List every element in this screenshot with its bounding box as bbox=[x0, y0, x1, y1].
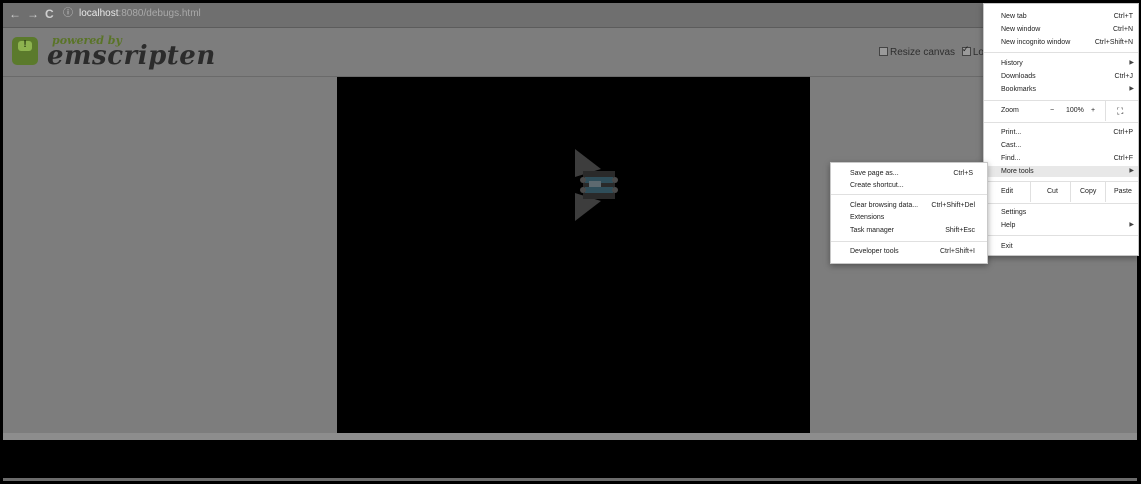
menu-item-label: Exit bbox=[1001, 243, 1013, 250]
menu-separator bbox=[984, 122, 1138, 123]
menu-item-label: Task manager bbox=[850, 227, 894, 234]
menu-item-cast[interactable]: Cast... bbox=[984, 140, 1138, 151]
submenu-arrow-icon: ▶ bbox=[1129, 86, 1134, 92]
menu-item-save-page-as[interactable]: Save page as... Ctrl+S bbox=[831, 168, 987, 179]
submenu-arrow-icon: ▶ bbox=[1129, 222, 1134, 228]
menu-item-bookmarks[interactable]: Bookmarks ▶ bbox=[984, 84, 1138, 95]
submenu-arrow-icon: ▶ bbox=[1129, 168, 1134, 174]
menu-item-shortcut: Ctrl+P bbox=[1113, 129, 1133, 136]
forward-icon[interactable]: → bbox=[27, 6, 39, 22]
canvas-footer-bar bbox=[3, 433, 1137, 440]
zoom-out-button[interactable]: − bbox=[1050, 101, 1054, 121]
menu-item-shortcut: Ctrl+N bbox=[1112, 26, 1133, 33]
cut-button[interactable]: Cut bbox=[1047, 182, 1058, 202]
canvas-controls: Resize canvas Lock bbox=[879, 44, 994, 58]
menu-item-print[interactable]: Print... Ctrl+P bbox=[984, 127, 1138, 138]
menu-item-label: Developer tools bbox=[850, 248, 899, 255]
menu-item-label: History bbox=[1001, 60, 1023, 67]
zoom-divider bbox=[1105, 101, 1106, 121]
menu-item-new-window[interactable]: New window Ctrl+N bbox=[984, 24, 1138, 35]
menu-item-label: Extensions bbox=[850, 214, 885, 221]
menu-item-shortcut: Ctrl+Shift+Del bbox=[931, 202, 975, 209]
menu-item-create-shortcut[interactable]: Create shortcut... bbox=[831, 180, 987, 191]
lock-pointer-checkbox[interactable] bbox=[961, 44, 971, 56]
menu-separator bbox=[984, 203, 1138, 204]
menu-item-label: More tools bbox=[1001, 168, 1034, 175]
browser-toolbar: ← → C ⓘ localhost:8080/debugs.html bbox=[3, 3, 1137, 28]
url-host: localhost bbox=[79, 8, 119, 19]
emscripten-logo-icon: ! bbox=[12, 37, 38, 65]
address-bar[interactable]: localhost:8080/debugs.html bbox=[79, 7, 201, 21]
page-header: ! powered by emscripten Resize canvas Lo… bbox=[3, 28, 1137, 77]
menu-item-shortcut: Ctrl+F bbox=[1113, 155, 1133, 162]
edit-divider bbox=[1070, 182, 1071, 202]
paste-button[interactable]: Paste bbox=[1114, 182, 1132, 202]
menu-item-shortcut: Ctrl+Shift+N bbox=[1094, 39, 1133, 46]
info-icon[interactable]: ⓘ bbox=[63, 6, 73, 22]
edit-label: Edit bbox=[1001, 188, 1014, 195]
menu-separator bbox=[831, 241, 987, 242]
menu-item-label: Create shortcut... bbox=[850, 182, 904, 189]
resize-canvas-checkbox[interactable] bbox=[879, 46, 888, 56]
menu-item-label: Clear browsing data... bbox=[850, 202, 919, 209]
output-console bbox=[3, 440, 1137, 478]
menu-item-label: New window bbox=[1001, 26, 1041, 33]
copy-button[interactable]: Copy bbox=[1080, 182, 1096, 202]
zoom-label: Zoom bbox=[1001, 107, 1019, 114]
back-icon[interactable]: ← bbox=[9, 6, 21, 22]
menu-separator bbox=[984, 52, 1138, 53]
browser-main-menu: New tab Ctrl+T New window Ctrl+N New incog… bbox=[983, 3, 1139, 256]
menu-item-extensions[interactable]: Extensions bbox=[831, 212, 987, 223]
menu-item-clear-browsing-data[interactable]: Clear browsing data... Ctrl+Shift+Del bbox=[831, 200, 987, 211]
menu-item-label: Print... bbox=[1001, 129, 1022, 136]
edit-row: Edit Cut Copy Paste bbox=[984, 182, 1138, 202]
menu-item-shortcut: Ctrl+J bbox=[1114, 73, 1133, 80]
spaceship-sprite bbox=[575, 149, 618, 221]
menu-item-label: Help bbox=[1001, 222, 1016, 229]
menu-item-label: New incognito window bbox=[1001, 39, 1071, 46]
game-canvas[interactable] bbox=[337, 77, 810, 433]
page-bottom-edge bbox=[3, 478, 1137, 481]
url-path: :8080/debugs.html bbox=[118, 8, 201, 19]
reload-icon[interactable]: C bbox=[45, 6, 54, 22]
brand-title: emscripten bbox=[47, 41, 216, 71]
menu-item-label: Bookmarks bbox=[1001, 86, 1037, 93]
menu-item-shortcut: Ctrl+S bbox=[953, 170, 973, 177]
menu-item-shortcut: Ctrl+Shift+I bbox=[939, 248, 975, 255]
menu-item-label: Save page as... bbox=[850, 170, 899, 177]
menu-item-label: Downloads bbox=[1001, 73, 1036, 80]
menu-item-label: Find... bbox=[1001, 155, 1021, 162]
menu-item-more-tools[interactable]: More tools ▶ bbox=[984, 166, 1138, 177]
zoom-in-button[interactable]: + bbox=[1091, 101, 1095, 121]
menu-item-new-tab[interactable]: New tab Ctrl+T bbox=[984, 11, 1138, 22]
menu-item-find[interactable]: Find... Ctrl+F bbox=[984, 153, 1138, 164]
more-tools-submenu: Save page as... Ctrl+S Create shortcut...… bbox=[830, 162, 988, 264]
menu-item-label: Settings bbox=[1001, 209, 1027, 216]
menu-item-exit[interactable]: Exit bbox=[984, 241, 1138, 252]
resize-canvas-label: Resize canvas bbox=[890, 47, 956, 58]
menu-item-task-manager[interactable]: Task manager Shift+Esc bbox=[831, 225, 987, 236]
menu-item-help[interactable]: Help ▶ bbox=[984, 220, 1138, 231]
menu-item-downloads[interactable]: Downloads Ctrl+J bbox=[984, 71, 1138, 82]
menu-item-label: Cast... bbox=[1001, 142, 1022, 149]
menu-item-shortcut: Ctrl+T bbox=[1113, 13, 1133, 20]
submenu-arrow-icon: ▶ bbox=[1129, 60, 1134, 66]
edit-divider bbox=[1030, 182, 1031, 202]
fullscreen-icon[interactable]: ⛶ bbox=[1117, 101, 1123, 121]
menu-item-shortcut: Shift+Esc bbox=[945, 227, 975, 234]
edit-divider bbox=[1105, 182, 1106, 202]
menu-separator bbox=[831, 194, 987, 195]
zoom-row: Zoom − 100% + ⛶ bbox=[984, 101, 1138, 121]
zoom-level: 100% bbox=[1066, 107, 1084, 114]
menu-item-label: New tab bbox=[1001, 13, 1027, 20]
menu-item-settings[interactable]: Settings bbox=[984, 207, 1138, 218]
menu-item-new-incognito-window[interactable]: New incognito window Ctrl+Shift+N bbox=[984, 37, 1138, 48]
menu-item-developer-tools[interactable]: Developer tools Ctrl+Shift+I bbox=[831, 246, 987, 257]
menu-item-history[interactable]: History ▶ bbox=[984, 58, 1138, 69]
menu-separator bbox=[984, 235, 1138, 236]
